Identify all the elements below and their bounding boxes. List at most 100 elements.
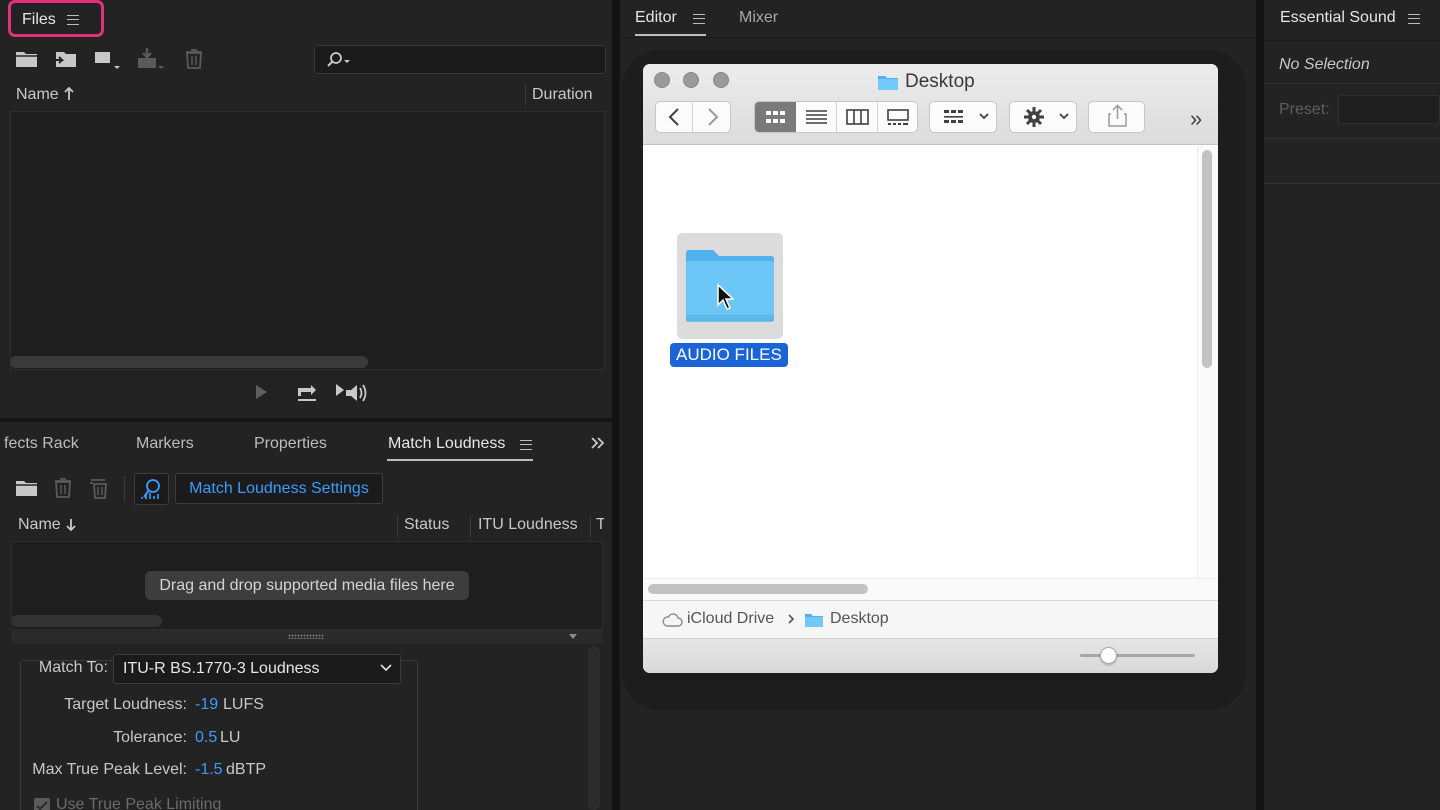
ml-column-itu-loudness[interactable]: ITU Loudness — [478, 516, 578, 534]
tab-effects-rack[interactable]: fects Rack — [4, 435, 79, 453]
toolbar-overflow-button[interactable]: » — [1190, 106, 1202, 132]
window-zoom-button[interactable] — [713, 72, 729, 88]
insert-into-multitrack-icon — [135, 46, 164, 74]
target-loudness-label: Target Loudness: — [64, 696, 187, 713]
divider — [1264, 183, 1440, 184]
arrow-down-icon — [65, 516, 77, 532]
match-loudness-settings-button[interactable]: Match Loudness Settings — [175, 473, 383, 504]
path-desktop[interactable]: Desktop — [830, 610, 889, 628]
remove-icon — [51, 475, 75, 501]
back-button[interactable] — [656, 102, 693, 132]
scan-loudness-button[interactable] — [134, 473, 169, 505]
open-file-icon[interactable] — [14, 46, 42, 74]
finder-window-title: Desktop — [905, 71, 975, 92]
folder-item-selection[interactable] — [677, 233, 783, 339]
forward-button[interactable] — [694, 102, 731, 132]
divider — [1264, 138, 1440, 139]
collapse-triangle-icon[interactable] — [568, 633, 578, 641]
active-tab-indicator — [387, 459, 533, 461]
import-file-icon[interactable] — [52, 46, 80, 74]
column-divider[interactable] — [470, 515, 471, 537]
max-true-peak-label: Max True Peak Level: — [32, 761, 187, 778]
share-button[interactable] — [1088, 101, 1145, 133]
no-selection-label: No Selection — [1279, 56, 1370, 73]
finder-vertical-scroll-thumb[interactable] — [1202, 150, 1212, 368]
column-divider[interactable] — [525, 84, 526, 106]
action-menu-button[interactable] — [1009, 101, 1077, 133]
ml-horizontal-scrollbar[interactable] — [11, 615, 162, 627]
chevron-down-icon — [380, 663, 392, 673]
toolbar-divider — [124, 476, 125, 502]
ml-column-name[interactable]: Name — [18, 516, 77, 534]
active-tab-indicator — [635, 34, 706, 36]
files-panel-menu-icon[interactable] — [67, 15, 79, 25]
tolerance-value[interactable]: 0.5 — [195, 729, 217, 747]
column-divider[interactable] — [1256, 0, 1264, 810]
tab-files[interactable]: Files — [8, 0, 104, 37]
ml-column-truncated[interactable]: T — [596, 516, 604, 534]
tab-essential-sound[interactable]: Essential Sound — [1280, 9, 1396, 27]
play-icon[interactable] — [252, 380, 270, 404]
folder-name-label[interactable]: AUDIO FILES — [670, 343, 788, 367]
finder-titlebar[interactable]: Desktop » — [643, 64, 1218, 145]
open-folder-icon[interactable] — [14, 476, 40, 500]
icon-size-slider-knob[interactable] — [1100, 647, 1117, 664]
column-view-button[interactable] — [837, 102, 878, 132]
autoplay-speaker-icon[interactable] — [334, 380, 368, 406]
divider — [1264, 83, 1440, 84]
editor-menu-icon[interactable] — [693, 14, 705, 24]
chevron-left-icon — [668, 108, 679, 126]
tolerance-unit: LU — [220, 729, 241, 746]
preset-label: Preset: — [1279, 101, 1330, 118]
drop-hint: Drag and drop supported media files here — [145, 571, 469, 600]
target-loudness-value[interactable]: -19 — [195, 696, 218, 714]
icon-view-button[interactable] — [755, 102, 796, 132]
window-minimize-button[interactable] — [683, 72, 699, 88]
settings-vertical-scrollbar[interactable] — [588, 646, 600, 810]
icon-size-slider[interactable] — [1080, 654, 1195, 657]
essential-sound-menu-icon[interactable] — [1408, 14, 1420, 24]
overflow-chevron-icon[interactable] — [590, 436, 606, 450]
ml-column-status[interactable]: Status — [404, 516, 449, 534]
column-divider[interactable] — [612, 0, 620, 810]
target-loudness-unit: LUFS — [223, 696, 264, 713]
tab-mixer[interactable]: Mixer — [739, 9, 778, 27]
gallery-view-icon — [887, 109, 909, 125]
list-view-button[interactable] — [796, 102, 837, 132]
checkmark-icon — [36, 801, 48, 810]
column-divider[interactable] — [590, 515, 591, 537]
files-search-input[interactable] — [314, 45, 606, 74]
match-to-select[interactable]: ITU-R BS.1770-3 Loudness — [113, 654, 401, 684]
gallery-view-button[interactable] — [878, 102, 918, 132]
splitter-grip-icon[interactable] — [288, 634, 324, 639]
chevron-right-icon — [708, 108, 719, 126]
divider — [1264, 40, 1440, 41]
window-close-button[interactable] — [654, 72, 670, 88]
mouse-cursor-icon — [716, 283, 734, 311]
path-icloud-drive[interactable]: iCloud Drive — [687, 610, 774, 628]
match-loudness-menu-icon[interactable] — [520, 440, 532, 450]
loop-playback-icon[interactable] — [295, 380, 319, 404]
true-peak-limiting-label: Use True Peak Limiting — [56, 796, 222, 810]
tab-match-loudness[interactable]: Match Loudness — [388, 435, 505, 453]
max-true-peak-value[interactable]: -1.5 — [195, 761, 223, 779]
tab-files-label: Files — [22, 11, 56, 28]
group-by-button[interactable] — [929, 101, 997, 133]
column-divider[interactable] — [397, 515, 398, 537]
finder-content-area[interactable]: AUDIO FILES — [643, 146, 1197, 578]
tab-markers[interactable]: Markers — [136, 435, 194, 453]
finder-window[interactable]: Desktop » AUDIO FILES iCloud Drive Deskt… — [643, 64, 1218, 673]
files-column-duration[interactable]: Duration — [532, 86, 592, 104]
tab-editor[interactable]: Editor — [635, 9, 677, 27]
files-column-name[interactable]: Name — [16, 86, 75, 104]
share-icon — [1108, 104, 1127, 127]
tab-properties[interactable]: Properties — [254, 435, 327, 453]
match-to-value: ITU-R BS.1770-3 Loudness — [123, 660, 320, 677]
grid-view-icon — [766, 111, 785, 123]
files-horizontal-scrollbar[interactable] — [10, 356, 368, 368]
true-peak-limiting-checkbox[interactable] — [34, 798, 50, 810]
new-file-icon[interactable] — [92, 46, 120, 74]
finder-horizontal-scroll-thumb[interactable] — [648, 584, 868, 594]
loudness-scan-icon — [140, 478, 164, 500]
files-list[interactable] — [10, 111, 605, 370]
